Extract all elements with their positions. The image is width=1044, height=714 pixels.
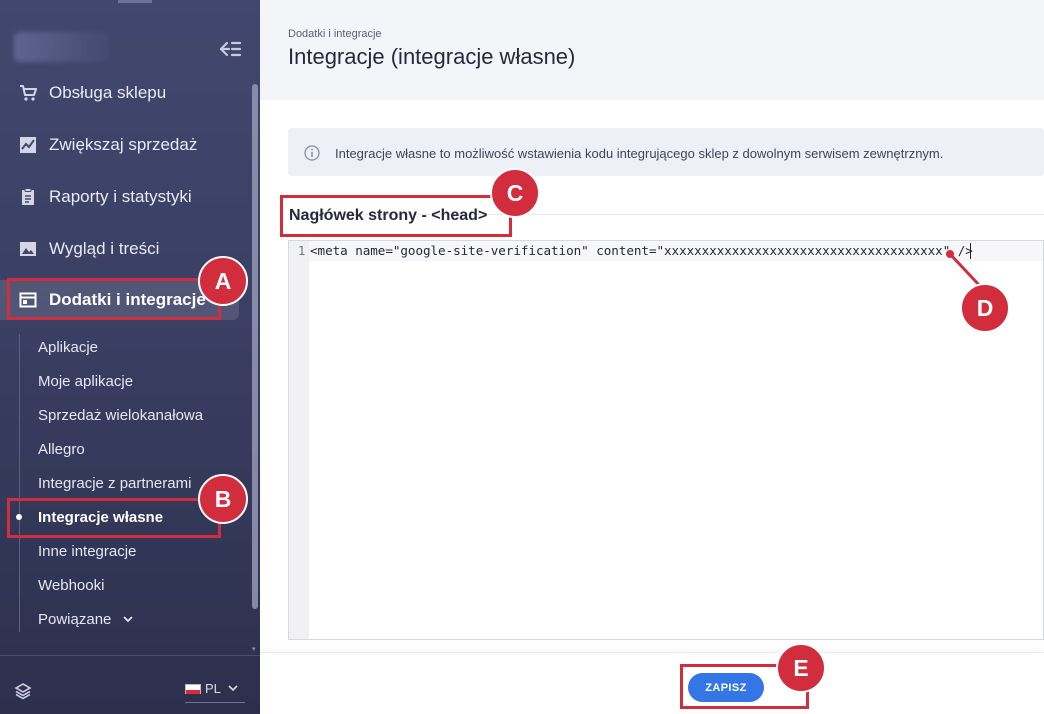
sidebar-item-label: Zwiększaj sprzedaż <box>49 135 198 154</box>
store-logo-blurred[interactable] <box>14 32 109 62</box>
sidebar-item-obsluga-sklepu[interactable]: Obsługa sklepu <box>0 73 248 113</box>
submenu-item-webhooki[interactable]: Webhooki <box>38 577 104 594</box>
page-header: Dodatki i integracje Integracje (integra… <box>260 0 1044 100</box>
chevron-down-icon <box>122 616 133 623</box>
code-line[interactable]: <meta name="google-site-verification" co… <box>310 243 973 258</box>
annotation-callout-b: B <box>198 474 248 524</box>
info-icon <box>304 145 320 161</box>
annotation-box-c <box>280 195 512 237</box>
layers-icon[interactable] <box>14 682 32 700</box>
annotation-box-b <box>7 498 221 538</box>
submenu-item-aplikacje[interactable]: Aplikacje <box>38 339 98 356</box>
submenu-item-moje-aplikacje[interactable]: Moje aplikacje <box>38 373 133 390</box>
info-text: Integracje własne to możliwość wstawieni… <box>335 146 944 161</box>
submenu-item-label: Powiązane <box>38 611 112 628</box>
page-title: Integracje (integracje własne) <box>288 44 576 69</box>
sidebar: Obsługa sklepu Zwiększaj sprzedaż Raport… <box>0 0 260 714</box>
language-code: PL <box>205 681 221 696</box>
sidebar-scrollbar[interactable] <box>252 84 258 609</box>
annotation-callout-d: D <box>960 283 1010 333</box>
editor-gutter: 1 <box>289 241 309 639</box>
breadcrumb[interactable]: Dodatki i integracje <box>288 28 382 40</box>
collapse-sidebar-icon[interactable] <box>218 39 242 59</box>
poland-flag-icon <box>185 684 201 694</box>
language-selector[interactable]: PL <box>185 679 245 703</box>
sidebar-item-raporty[interactable]: Raporty i statystyki <box>0 177 248 217</box>
cart-icon <box>19 84 37 102</box>
action-bar <box>260 652 1044 714</box>
annotation-callout-a: A <box>198 256 248 306</box>
chart-line-icon <box>19 136 37 154</box>
code-editor[interactable]: 1 <meta name="google-site-verification" … <box>288 240 1044 640</box>
sidebar-item-label: Obsługa sklepu <box>49 83 167 102</box>
clipboard-icon <box>19 188 37 206</box>
submenu-item-inne-integracje[interactable]: Inne integracje <box>38 543 136 560</box>
submenu-item-integracje-z-partnerami[interactable]: Integracje z partnerami <box>38 475 191 492</box>
submenu-item-powiazane[interactable]: Powiązane <box>38 611 134 628</box>
chevron-down-icon <box>228 685 238 692</box>
sidebar-item-label: Wygląd i treści <box>49 239 160 258</box>
sidebar-item-label: Raporty i statystyki <box>49 187 192 206</box>
submenu-item-sprzedaz-wielokanalowa[interactable]: Sprzedaż wielokanałowa <box>38 407 203 424</box>
scroll-down-icon[interactable]: ▾ <box>252 645 258 653</box>
sidebar-top-tab <box>118 0 152 3</box>
annotation-callout-c: C <box>490 168 540 218</box>
image-icon <box>19 240 37 258</box>
sidebar-footer: PL <box>0 655 260 714</box>
submenu-item-allegro[interactable]: Allegro <box>38 441 85 458</box>
submenu-guide-line <box>19 334 20 632</box>
line-number: 1 <box>298 244 306 258</box>
annotation-callout-e: E <box>776 643 826 693</box>
sidebar-item-zwiekszaj-sprzedaz[interactable]: Zwiększaj sprzedaż <box>0 125 248 165</box>
info-alert: Integracje własne to możliwość wstawieni… <box>288 128 1044 176</box>
annotation-box-a <box>7 278 221 320</box>
